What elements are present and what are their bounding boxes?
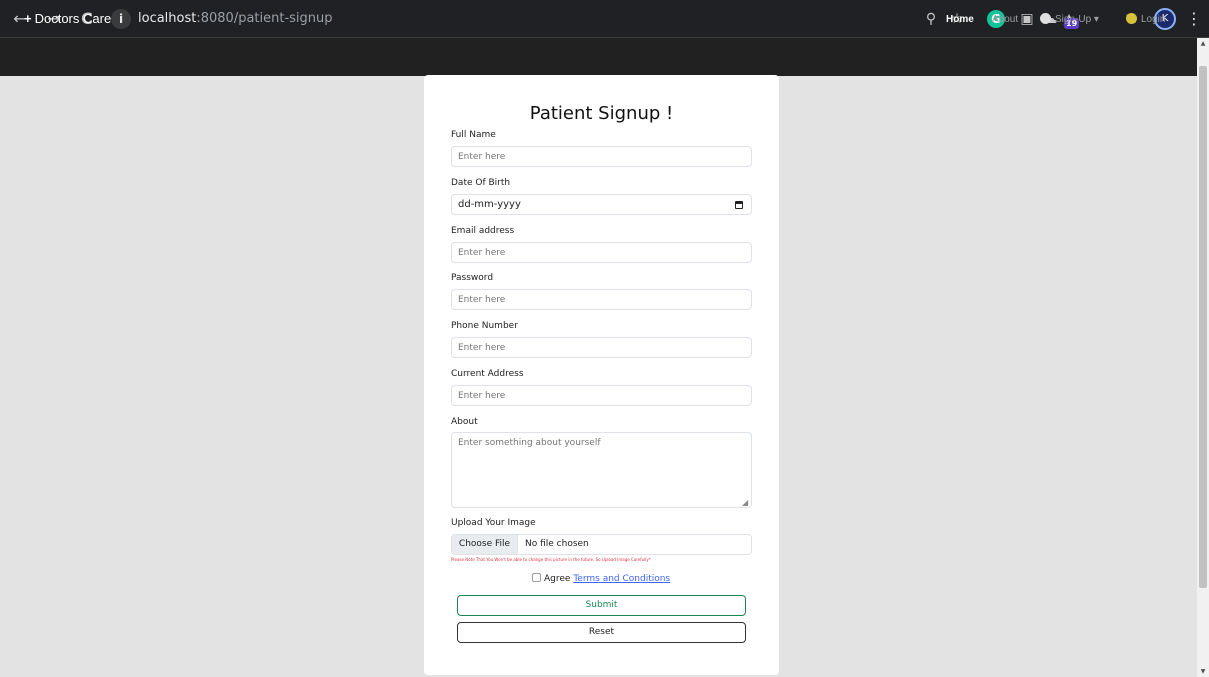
scroll-down-icon[interactable]: ▼ (1199, 668, 1207, 676)
nav-login-label: Login (1141, 14, 1166, 25)
full-name-label: Full Name (451, 130, 496, 140)
agree-checkbox[interactable] (532, 573, 541, 582)
email-input[interactable] (451, 242, 752, 263)
chevron-down-icon: ▾ (1093, 14, 1099, 25)
email-label: Email address (451, 226, 515, 236)
url-host: localhost (138, 11, 197, 26)
full-name-input[interactable] (451, 146, 752, 167)
nav-home[interactable]: Home (946, 13, 974, 27)
dob-input[interactable]: dd-mm-yyyy (451, 194, 752, 215)
signup-icon (1040, 13, 1051, 24)
agree-label: Agree (544, 574, 571, 584)
nav-about[interactable]: About (992, 13, 1018, 27)
file-input[interactable]: Choose File No file chosen (451, 534, 752, 555)
brand-logo[interactable]: + Doctors Care (24, 11, 111, 27)
url-text[interactable]: localhost:8080/patient-signup (138, 10, 333, 28)
phone-label: Phone Number (451, 321, 518, 331)
nav-signup-dropdown[interactable]: Sign-Up ▾ (1040, 13, 1099, 27)
agree-row: Agree Terms and Conditions (532, 573, 670, 585)
reset-button[interactable]: Reset (457, 622, 746, 643)
extension-icon[interactable]: ▣ (1017, 9, 1037, 29)
scroll-thumb[interactable] (1199, 66, 1207, 588)
zoom-icon[interactable]: ⚲ (921, 9, 941, 29)
upload-label: Upload Your Image (451, 518, 536, 528)
url-path: :8080/patient-signup (196, 11, 333, 26)
about-label: About (451, 417, 478, 427)
about-textarea[interactable] (451, 432, 752, 508)
resize-handle-icon[interactable]: ◢ (742, 498, 748, 507)
address-input[interactable] (451, 385, 752, 406)
password-label: Password (451, 273, 494, 283)
site-navbar (0, 38, 1197, 76)
login-icon (1126, 13, 1137, 24)
address-label: Current Address (451, 369, 524, 379)
dob-label: Date Of Birth (451, 178, 511, 188)
plus-icon: + (24, 11, 32, 26)
submit-button[interactable]: Submit (457, 595, 746, 616)
scroll-up-icon[interactable]: ▲ (1199, 40, 1207, 48)
site-info-icon[interactable]: i (111, 9, 131, 29)
upload-note: Please Note That You Won't be able to ch… (451, 557, 651, 562)
nav-signup-label: Sign-Up (1055, 14, 1092, 25)
password-input[interactable] (451, 289, 752, 310)
phone-input[interactable] (451, 337, 752, 358)
brand-name: Doctors Care (34, 11, 112, 26)
nav-login[interactable]: Login (1126, 13, 1165, 27)
terms-link[interactable]: Terms and Conditions (573, 574, 670, 584)
choose-file-button[interactable]: Choose File (452, 535, 518, 554)
file-status: No file chosen (525, 539, 589, 549)
page-title: Patient Signup ! (529, 103, 674, 124)
browser-menu-icon[interactable]: ⋮ (1186, 9, 1202, 29)
calendar-icon[interactable] (735, 201, 743, 209)
